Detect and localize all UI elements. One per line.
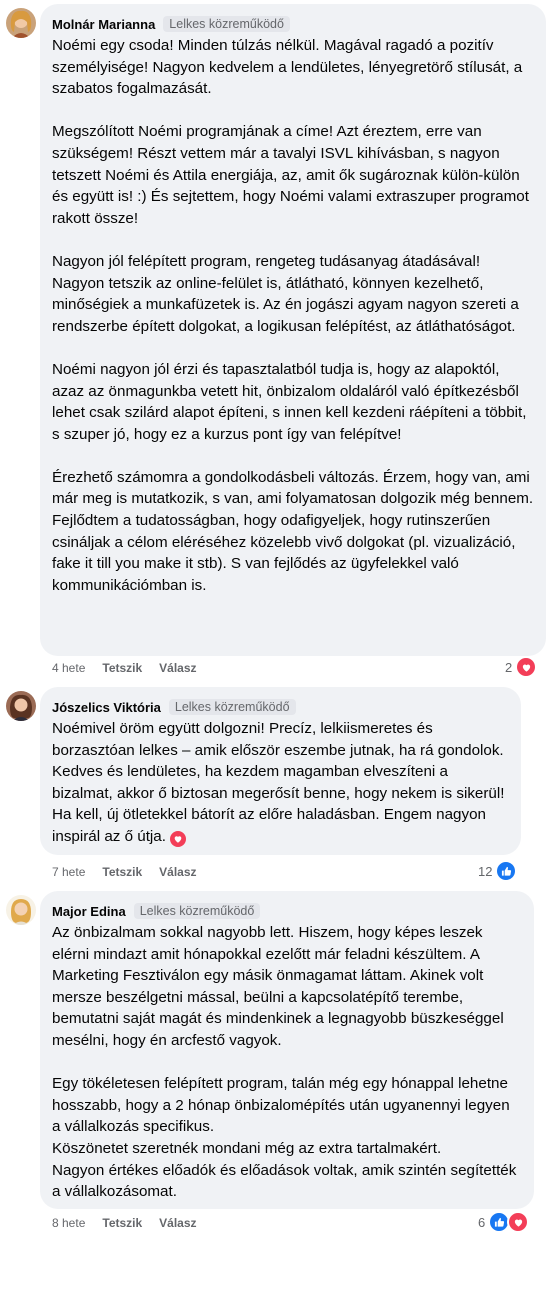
comment-paragraph: Megszólított Noémi programjának a címe! … — [52, 123, 529, 227]
like-icon — [495, 860, 518, 882]
contributor-badge: Lelkes közreműködő — [133, 903, 261, 919]
contributor-badge: Lelkes közreműködő — [163, 16, 290, 32]
comment-actions: 7 hete Tetszik Válasz — [52, 864, 197, 880]
avatar[interactable] — [6, 691, 36, 721]
heart-icon — [515, 656, 538, 678]
reaction-count: 6 — [478, 1214, 486, 1230]
reply-button[interactable]: Válasz — [159, 1216, 196, 1230]
comment-paragraph: Noémi nagyon jól érzi és tapasztalatból … — [52, 360, 527, 443]
comment-paragraph: Nagyon jól felépített program, rengeteg … — [52, 252, 519, 335]
comment-bubble: Molnár Marianna Lelkes közreműködő Noémi… — [40, 4, 546, 656]
heart-icon — [507, 1211, 530, 1233]
contributor-badge: Lelkes közreműködő — [168, 699, 296, 715]
avatar[interactable] — [6, 8, 36, 38]
comment-paragraph: Nagyon értékes előadók és előadások volt… — [52, 1161, 517, 1201]
reaction-summary[interactable]: 12 — [478, 860, 518, 882]
comment-paragraph: Érezhető számomra a gondolkodásbeli vált… — [52, 468, 534, 594]
like-button[interactable]: Tetszik — [102, 1216, 142, 1230]
reaction-count: 12 — [478, 863, 493, 879]
comment-paragraph: Noémivel öröm együtt dolgozni! Precíz, l… — [52, 718, 509, 848]
comment-bubble: Jószelics Viktória Lelkes közreműködő No… — [40, 687, 521, 855]
reaction-count: 2 — [505, 659, 513, 675]
reply-button[interactable]: Válasz — [159, 661, 196, 675]
timestamp[interactable]: 4 hete — [52, 661, 85, 675]
reply-button[interactable]: Válasz — [159, 865, 196, 879]
comment-actions: 4 hete Tetszik Válasz — [52, 660, 197, 676]
comment-text: Noémivel öröm együtt dolgozni! Precíz, l… — [52, 720, 505, 845]
like-button[interactable]: Tetszik — [102, 661, 142, 675]
heart-emoji-icon — [170, 830, 187, 847]
comment-paragraph: Egy tökéletesen felépített program, talá… — [52, 1075, 510, 1136]
author-name[interactable]: Jószelics Viktória — [52, 700, 161, 715]
reaction-summary[interactable]: 6 — [478, 1211, 530, 1233]
timestamp[interactable]: 8 hete — [52, 1216, 85, 1230]
comment-paragraph: Noémi egy csoda! Minden túlzás nélkül. M… — [52, 37, 523, 98]
comment-bubble: Major Edina Lelkes közreműködő Az önbiza… — [40, 891, 534, 1209]
reaction-summary[interactable]: 2 — [505, 656, 538, 678]
avatar[interactable] — [6, 895, 36, 925]
like-button[interactable]: Tetszik — [102, 865, 142, 879]
author-name[interactable]: Molnár Marianna — [52, 17, 155, 32]
author-name[interactable]: Major Edina — [52, 904, 126, 919]
comment-paragraph: Az önbizalmam sokkal nagyobb lett. Hisze… — [52, 924, 504, 1049]
timestamp[interactable]: 7 hete — [52, 865, 85, 879]
comment-paragraph: Köszönetet szeretnék mondani még az extr… — [52, 1139, 442, 1157]
comment-actions: 8 hete Tetszik Válasz — [52, 1215, 197, 1231]
